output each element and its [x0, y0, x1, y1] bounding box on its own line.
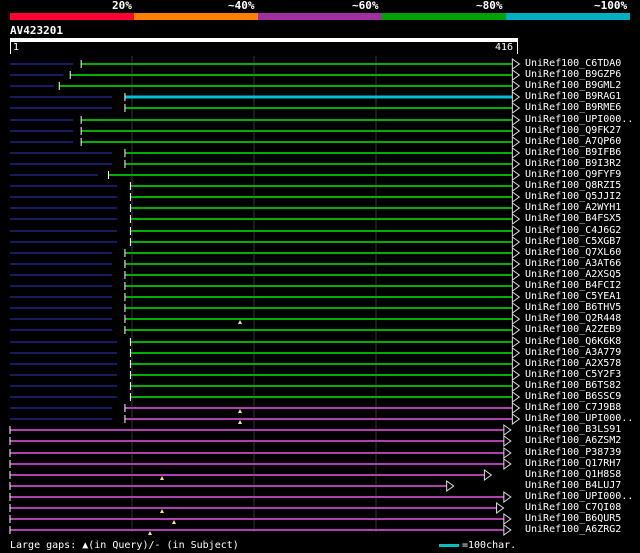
- hit-label-13[interactable]: UniRef100_A2WYH1: [525, 202, 621, 213]
- hit-label-35[interactable]: UniRef100_P38739: [525, 447, 621, 458]
- hit-label-20[interactable]: UniRef100_B4FCI2: [525, 280, 621, 291]
- hit-arrow-2: [511, 80, 521, 92]
- query-gap-marker-23: [238, 320, 242, 324]
- hit-arrow-28: [511, 369, 521, 381]
- hit-label-7[interactable]: UniRef100_A7QP60: [525, 136, 621, 147]
- hit-arrow-26: [511, 347, 521, 359]
- hit-arrow-25: [511, 336, 521, 348]
- hit-label-33[interactable]: UniRef100_B3LS91: [525, 424, 621, 435]
- hit-label-37[interactable]: UniRef100_Q1H8S8: [525, 469, 621, 480]
- hit-arrow-5: [511, 114, 521, 126]
- hit-label-30[interactable]: UniRef100_B6SSC9: [525, 391, 621, 402]
- hit-label-34[interactable]: UniRef100_A6ZSM2: [525, 435, 621, 446]
- hit-arrow-27: [511, 358, 521, 370]
- hit-label-28[interactable]: UniRef100_C5Y2F3: [525, 369, 621, 380]
- hit-arrow-29: [511, 380, 521, 392]
- hit-label-27[interactable]: UniRef100_A2X578: [525, 358, 621, 369]
- hit-label-42[interactable]: UniRef100_A6ZRG2: [525, 524, 621, 535]
- scale-label: =100char.: [462, 540, 517, 551]
- hit-label-6[interactable]: UniRef100_Q9FK27: [525, 125, 621, 136]
- hit-arrow-6: [511, 125, 521, 137]
- query-gap-marker-32: [238, 420, 242, 424]
- hit-arrow-34: [503, 435, 512, 447]
- hit-label-14[interactable]: UniRef100_B4FSX5: [525, 213, 621, 224]
- query-gap-marker-42: [148, 531, 152, 535]
- hit-label-29[interactable]: UniRef100_B6TS82: [525, 380, 621, 391]
- hit-arrow-11: [511, 180, 521, 192]
- hit-label-17[interactable]: UniRef100_Q7XL60: [525, 247, 621, 258]
- hit-arrow-33: [503, 424, 512, 436]
- hit-arrow-41: [503, 513, 512, 525]
- hit-arrow-4: [511, 102, 521, 114]
- hit-arrow-7: [511, 136, 521, 148]
- hit-arrow-38: [446, 480, 455, 492]
- query-gap-marker-41: [172, 520, 176, 524]
- hit-arrow-19: [511, 269, 521, 281]
- hit-arrow-24: [511, 324, 521, 336]
- hit-arrow-16: [511, 236, 521, 248]
- hit-arrow-9: [511, 158, 521, 170]
- hit-label-24[interactable]: UniRef100_A2ZEB9: [525, 324, 621, 335]
- hit-label-2[interactable]: UniRef100_B9GML2: [525, 80, 621, 91]
- hit-arrow-35: [503, 447, 512, 459]
- hit-arrow-32: [511, 413, 521, 425]
- hit-label-5[interactable]: UniRef100_UPI000..: [525, 114, 633, 125]
- hit-arrow-14: [511, 213, 521, 225]
- hit-label-15[interactable]: UniRef100_C4J6G2: [525, 225, 621, 236]
- hit-label-26[interactable]: UniRef100_A3A779: [525, 347, 621, 358]
- hit-arrow-3: [511, 91, 521, 103]
- hit-label-31[interactable]: UniRef100_C7J9B8: [525, 402, 621, 413]
- hit-label-12[interactable]: UniRef100_Q5JJI2: [525, 191, 621, 202]
- hit-label-19[interactable]: UniRef100_A2XSQ5: [525, 269, 621, 280]
- hit-arrow-40: [496, 502, 505, 514]
- hit-arrow-13: [511, 202, 521, 214]
- hit-arrow-23: [511, 313, 521, 325]
- hit-label-39[interactable]: UniRef100_UPI000..: [525, 491, 633, 502]
- hit-label-40[interactable]: UniRef100_C7QI08: [525, 502, 621, 513]
- hit-arrow-20: [511, 280, 521, 292]
- hit-label-16[interactable]: UniRef100_C5XGB7: [525, 236, 621, 247]
- hit-label-0[interactable]: UniRef100_C6TDA0: [525, 58, 621, 69]
- hit-label-4[interactable]: UniRef100_B9RME6: [525, 102, 621, 113]
- gaps-legend: Large gaps: ▲(in Query)/- (in Subject): [10, 540, 239, 551]
- hit-arrow-18: [511, 258, 521, 270]
- hit-label-32[interactable]: UniRef100_UPI000..: [525, 413, 633, 424]
- hit-label-23[interactable]: UniRef100_Q2R448: [525, 313, 621, 324]
- scale-bar: [439, 544, 459, 547]
- hit-label-11[interactable]: UniRef100_Q8RZI5: [525, 180, 621, 191]
- hit-arrow-15: [511, 225, 521, 237]
- hit-label-41[interactable]: UniRef100_B6QUR5: [525, 513, 621, 524]
- query-gap-marker-31: [238, 409, 242, 413]
- hit-arrow-22: [511, 302, 521, 314]
- hit-arrow-10: [511, 169, 521, 181]
- hit-arrow-42: [503, 524, 512, 536]
- hit-arrow-17: [511, 247, 521, 259]
- hit-arrow-39: [503, 491, 512, 503]
- hit-arrow-12: [511, 191, 521, 203]
- hit-label-10[interactable]: UniRef100_Q9FYF9: [525, 169, 621, 180]
- hit-label-1[interactable]: UniRef100_B9GZP6: [525, 69, 621, 80]
- hit-label-18[interactable]: UniRef100_A3AT66: [525, 258, 621, 269]
- hit-arrow-31: [511, 402, 521, 414]
- hit-label-9[interactable]: UniRef100_B9I3R2: [525, 158, 621, 169]
- query-gap-marker-37: [160, 476, 164, 480]
- hit-label-36[interactable]: UniRef100_Q17RH7: [525, 458, 621, 469]
- hit-label-38[interactable]: UniRef100_B4LUJ7: [525, 480, 621, 491]
- hit-label-21[interactable]: UniRef100_C5YEA1: [525, 291, 621, 302]
- hit-label-8[interactable]: UniRef100_B9IFB6: [525, 147, 621, 158]
- hit-arrow-36: [503, 458, 512, 470]
- query-gap-marker-40: [160, 509, 164, 513]
- hit-arrow-37: [483, 469, 493, 481]
- hit-arrow-21: [511, 291, 521, 303]
- hit-arrow-1: [511, 69, 521, 81]
- hit-arrow-8: [511, 147, 521, 159]
- hit-arrow-0: [511, 58, 521, 70]
- hit-label-25[interactable]: UniRef100_Q6K6K8: [525, 336, 621, 347]
- hit-label-3[interactable]: UniRef100_B9RAG1: [525, 91, 621, 102]
- hit-arrow-30: [511, 391, 521, 403]
- hit-label-22[interactable]: UniRef100_B6THV5: [525, 302, 621, 313]
